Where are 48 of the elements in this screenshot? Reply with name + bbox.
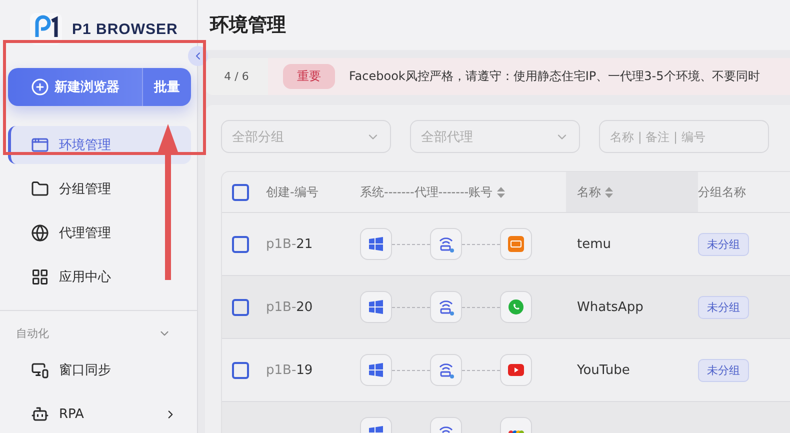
row-checkbox[interactable]	[232, 236, 249, 252]
nav-icon	[31, 224, 49, 242]
sort-icon[interactable]	[496, 186, 505, 198]
nav-icon	[31, 405, 49, 424]
router-icon	[437, 298, 455, 316]
id-cell-text: p1B-19	[266, 362, 314, 378]
brand-name: P1 BROWSER	[72, 20, 178, 38]
nav-item[interactable]: 窗口同步	[8, 351, 191, 390]
name-cell-text: WhatsApp	[576, 300, 644, 314]
column-header: 系统-------代理-------账号	[360, 184, 493, 200]
row-checkbox[interactable]	[232, 298, 249, 316]
group-tag: 未分组	[698, 232, 749, 256]
windows-icon	[369, 237, 383, 251]
id-cell-text: p1B-21	[266, 236, 314, 252]
column-header: 创建-编号	[266, 184, 318, 200]
nav-item[interactable]: 代理管理	[8, 214, 191, 252]
notice-text: Facebook风控严格，请遵守：使用静态住宅IP、一代理3-5个环境、不要同时	[349, 68, 760, 85]
video-play-icon	[508, 364, 524, 376]
important-tag: 重要	[283, 64, 335, 89]
select-all-checkbox[interactable]	[232, 184, 249, 200]
windows-icon	[369, 363, 383, 377]
new-browser-button[interactable]: 新建浏览器	[8, 68, 142, 106]
page-title: 环境管理	[210, 13, 286, 38]
nav-item[interactable]: 应用中心	[8, 258, 191, 296]
nav-item[interactable]: 分组管理	[8, 170, 191, 208]
id-cell-text: p1B-20	[266, 300, 314, 314]
name-cell-text: YouTube	[576, 362, 631, 378]
name-cell-text: temu	[576, 236, 612, 252]
nav-icon	[31, 268, 49, 286]
nav-icon	[31, 136, 49, 154]
notice-counter: 4 / 6	[205, 58, 268, 95]
nav-icon	[31, 180, 49, 198]
nav-item[interactable]: RPA	[8, 395, 191, 433]
group-tag: 未分组	[698, 358, 749, 382]
nav-icon	[31, 361, 49, 380]
batch-button[interactable]: 批量	[142, 68, 191, 106]
windows-icon	[369, 300, 383, 314]
search-field[interactable]: 名称 | 备注 | 编号	[599, 120, 769, 153]
plus-circle-icon	[30, 78, 48, 96]
router-icon	[437, 361, 455, 379]
chat-app-icon	[508, 299, 524, 315]
shopping-app-icon	[508, 236, 524, 252]
row-checkbox[interactable]	[232, 362, 249, 378]
section-label: 自动化	[16, 326, 49, 342]
group-tag: 未分组	[698, 296, 749, 318]
column-header: 名称	[577, 184, 601, 200]
column-header: 分组名称	[698, 184, 746, 200]
router-icon	[437, 235, 455, 253]
